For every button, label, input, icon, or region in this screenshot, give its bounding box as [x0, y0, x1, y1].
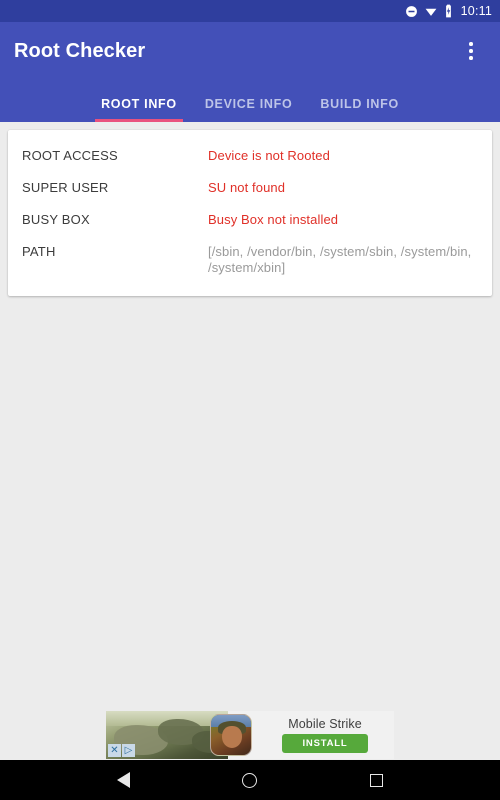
tab-label: DEVICE INFO — [204, 97, 293, 111]
row-label: PATH — [22, 244, 56, 259]
overflow-menu-icon[interactable] — [456, 31, 486, 71]
dnd-icon — [405, 5, 418, 18]
ad-banner-region: ✕ ▷ Mobile Strike INSTALL — [0, 710, 500, 760]
nav-recents-button[interactable] — [355, 760, 399, 800]
app-bar: Root Checker ROOT INFO DEVICE INFO BUILD… — [0, 22, 500, 122]
tab-bar: ROOT INFO DEVICE INFO BUILD INFO — [0, 80, 500, 122]
adchoices-close-icon[interactable]: ✕ — [108, 744, 121, 757]
tab-label: ROOT INFO — [101, 97, 177, 111]
tab-build-info[interactable]: BUILD INFO — [306, 97, 413, 122]
adchoices-icon[interactable]: ✕ ▷ — [108, 744, 135, 757]
ad-app-icon — [210, 714, 252, 756]
table-row: SUPER USER SU not found — [8, 172, 492, 204]
table-row: PATH [/sbin, /vendor/bin, /system/sbin, … — [8, 236, 492, 284]
tab-label: BUILD INFO — [320, 97, 399, 111]
back-triangle-icon — [116, 772, 130, 788]
app-bar-top-row: Root Checker — [0, 22, 500, 80]
tab-device-info[interactable]: DEVICE INFO — [191, 97, 307, 122]
ad-app-icon-face — [222, 726, 242, 748]
row-value: Device is not Rooted — [208, 148, 330, 163]
status-bar-clock: 10:11 — [460, 3, 492, 18]
recents-square-icon — [370, 773, 384, 787]
row-label: SUPER USER — [22, 180, 109, 195]
row-value: SU not found — [208, 180, 286, 195]
row-label: ROOT ACCESS — [22, 148, 118, 163]
overflow-dot — [469, 56, 473, 60]
overflow-dot — [469, 49, 473, 53]
ad-text-block: Mobile Strike INSTALL — [252, 717, 394, 753]
android-navigation-bar — [0, 760, 500, 800]
ad-install-button[interactable]: INSTALL — [282, 734, 368, 753]
row-label: BUSY BOX — [22, 212, 90, 227]
page-title: Root Checker — [14, 39, 146, 62]
nav-back-button[interactable] — [101, 760, 145, 800]
battery-charging-icon — [444, 4, 453, 18]
ad-banner[interactable]: ✕ ▷ Mobile Strike INSTALL — [106, 711, 394, 759]
adchoices-arrow-icon[interactable]: ▷ — [122, 744, 135, 757]
table-row: ROOT ACCESS Device is not Rooted — [8, 140, 492, 172]
nav-home-button[interactable] — [228, 760, 272, 800]
root-info-card: ROOT ACCESS Device is not Rooted SUPER U… — [8, 130, 492, 296]
row-value: Busy Box not installed — [208, 212, 339, 227]
home-circle-icon — [242, 772, 258, 788]
status-bar: 10:11 — [0, 0, 500, 22]
overflow-dot — [469, 42, 473, 46]
wifi-icon — [424, 5, 438, 18]
tab-root-info[interactable]: ROOT INFO — [87, 97, 191, 122]
table-row: BUSY BOX Busy Box not installed — [8, 204, 492, 236]
row-value: [/sbin, /vendor/bin, /system/sbin, /syst… — [208, 244, 472, 275]
ad-title: Mobile Strike — [288, 717, 362, 731]
